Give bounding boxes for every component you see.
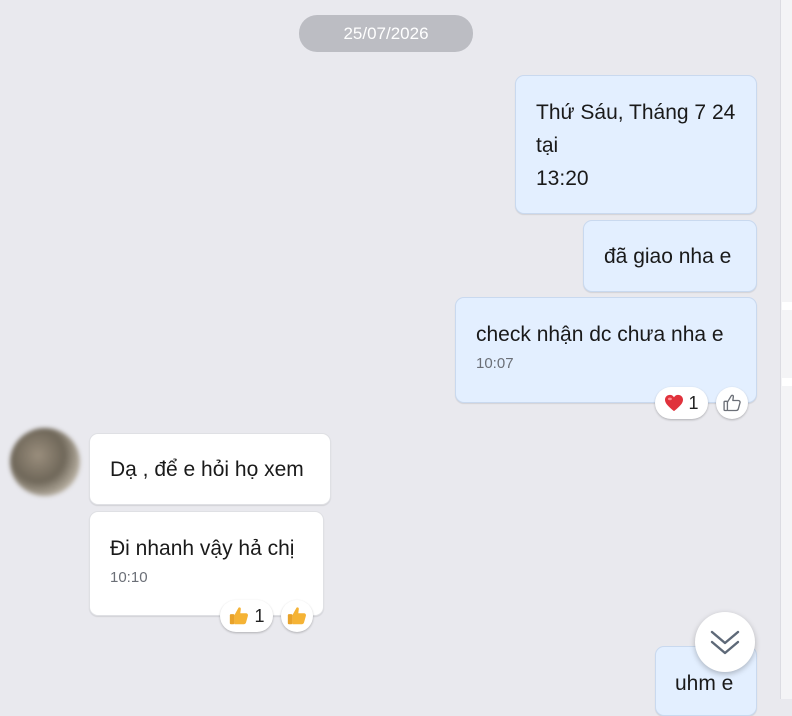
reaction-count: 1 bbox=[254, 605, 265, 626]
message-text: tại bbox=[536, 134, 559, 157]
scroll-to-bottom-button[interactable] bbox=[695, 612, 755, 672]
reaction-badge[interactable]: 1 bbox=[220, 600, 273, 632]
reaction-count: 1 bbox=[688, 392, 699, 413]
reaction-badge[interactable]: 1 bbox=[655, 387, 708, 419]
chat-area[interactable]: 25/07/2026 Thứ Sáu, Tháng 7 24 tại 13:20… bbox=[0, 0, 780, 716]
message-timestamp: 10:10 bbox=[110, 569, 148, 586]
thumbs-up-emoji-icon bbox=[286, 605, 308, 627]
message-text: Dạ , để e hỏi họ xem bbox=[110, 458, 304, 481]
thumbs-up-emoji-icon bbox=[228, 605, 250, 627]
message-bubble-outgoing[interactable]: đã giao nha e bbox=[583, 220, 757, 292]
heart-icon bbox=[664, 394, 684, 412]
scrollbar-marker bbox=[782, 302, 792, 310]
message-bubble-outgoing[interactable]: Thứ Sáu, Tháng 7 24 tại 13:20 bbox=[515, 75, 757, 214]
scrollbar-marker bbox=[782, 378, 792, 386]
message-timestamp: 10:07 bbox=[476, 355, 514, 372]
add-reaction-button[interactable] bbox=[716, 387, 748, 419]
message-text: Thứ Sáu, Tháng 7 24 bbox=[536, 101, 736, 124]
message-text: Đi nhanh vậy hả chị bbox=[110, 537, 295, 560]
message-bubble-incoming[interactable]: Đi nhanh vậy hả chị 10:10 bbox=[89, 511, 324, 616]
message-text: đã giao nha e bbox=[604, 245, 732, 268]
message-text: check nhận dc chưa nha e bbox=[476, 323, 724, 346]
thumbs-up-outline-icon bbox=[722, 393, 742, 413]
scrollbar[interactable] bbox=[780, 0, 792, 699]
double-chevron-down-icon bbox=[708, 625, 742, 659]
date-divider: 25/07/2026 bbox=[299, 15, 473, 52]
message-text: 13:20 bbox=[536, 167, 589, 190]
message-bubble-outgoing[interactable]: check nhận dc chưa nha e 10:07 bbox=[455, 297, 757, 403]
avatar[interactable] bbox=[10, 428, 80, 496]
add-reaction-button[interactable] bbox=[281, 600, 313, 632]
message-bubble-incoming[interactable]: Dạ , để e hỏi họ xem bbox=[89, 433, 331, 505]
